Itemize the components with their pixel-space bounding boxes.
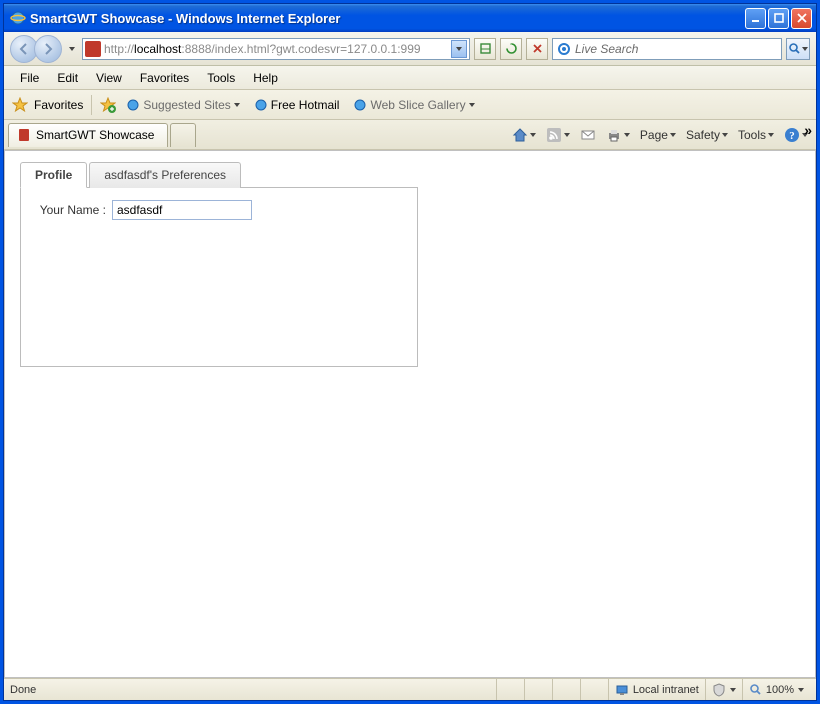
site-icon: [17, 128, 31, 142]
toolbar-overflow[interactable]: »: [804, 122, 812, 138]
close-button[interactable]: [791, 8, 812, 29]
ie-page-icon: [353, 98, 367, 112]
ie-page-icon: [126, 98, 140, 112]
address-text: http://localhost:8888/index.html?gwt.cod…: [104, 42, 448, 56]
forward-button[interactable]: [34, 35, 62, 63]
stop-button[interactable]: [526, 38, 548, 60]
add-favorite-icon[interactable]: [100, 97, 116, 113]
window-title: SmartGWT Showcase - Windows Internet Exp…: [30, 11, 341, 26]
page-tab-label: SmartGWT Showcase: [36, 128, 154, 142]
menu-help[interactable]: Help: [245, 68, 286, 88]
address-dropdown[interactable]: [451, 40, 467, 58]
bing-icon: [557, 42, 571, 56]
minimize-button[interactable]: [745, 8, 766, 29]
compat-view-button[interactable]: [474, 38, 496, 60]
name-input[interactable]: [112, 200, 252, 220]
address-bar[interactable]: http://localhost:8888/index.html?gwt.cod…: [82, 38, 470, 60]
status-bar: Done Local intranet 100%: [4, 678, 816, 700]
ie-logo-icon: [10, 10, 26, 26]
safety-menu[interactable]: Safety: [682, 126, 732, 144]
feeds-button[interactable]: [542, 125, 574, 145]
favorites-label[interactable]: Favorites: [34, 98, 83, 112]
menu-file[interactable]: File: [12, 68, 47, 88]
titlebar: SmartGWT Showcase - Windows Internet Exp…: [4, 4, 816, 32]
menu-tools[interactable]: Tools: [199, 68, 243, 88]
search-box[interactable]: Live Search: [552, 38, 782, 60]
menu-favorites[interactable]: Favorites: [132, 68, 197, 88]
status-cell: [524, 679, 552, 700]
nav-history-dropdown[interactable]: [66, 39, 78, 59]
ie-page-icon: [254, 98, 268, 112]
read-mail-button[interactable]: [576, 125, 600, 145]
shield-icon: [712, 683, 726, 697]
home-button[interactable]: [508, 125, 540, 145]
status-cell: [580, 679, 608, 700]
web-slice-gallery-link[interactable]: Web Slice Gallery: [349, 96, 478, 114]
menu-edit[interactable]: Edit: [49, 68, 86, 88]
search-placeholder: Live Search: [575, 42, 638, 56]
zoom-icon: [749, 683, 762, 696]
svg-text:?: ?: [789, 130, 795, 142]
refresh-button[interactable]: [500, 38, 522, 60]
favorites-star-icon[interactable]: [12, 97, 28, 113]
new-tab-button[interactable]: [170, 123, 196, 147]
page-menu[interactable]: Page: [636, 126, 680, 144]
name-label: Your Name :: [31, 203, 106, 217]
page-tab[interactable]: SmartGWT Showcase: [8, 123, 168, 147]
menu-view[interactable]: View: [88, 68, 130, 88]
tools-menu[interactable]: Tools: [734, 126, 778, 144]
suggested-sites-link[interactable]: Suggested Sites: [122, 96, 243, 114]
status-cell: [496, 679, 524, 700]
maximize-button[interactable]: [768, 8, 789, 29]
status-cell: [552, 679, 580, 700]
zoom-control[interactable]: 100%: [742, 679, 810, 700]
tab-bar: SmartGWT Showcase Page Safety Tools ? »: [4, 120, 816, 150]
site-icon: [85, 41, 101, 57]
menubar: File Edit View Favorites Tools Help: [4, 66, 816, 90]
intranet-icon: [615, 683, 629, 697]
tab-profile[interactable]: Profile: [20, 162, 87, 188]
security-zone[interactable]: Local intranet: [608, 679, 705, 700]
tab-panel-body: Your Name :: [20, 187, 418, 367]
free-hotmail-link[interactable]: Free Hotmail: [250, 96, 344, 114]
status-text: Done: [10, 684, 36, 696]
tab-preferences[interactable]: asdfasdf's Preferences: [89, 162, 241, 188]
navigation-row: http://localhost:8888/index.html?gwt.cod…: [4, 32, 816, 66]
page-content: Profile asdfasdf's Preferences Your Name…: [4, 150, 816, 678]
protected-mode[interactable]: [705, 679, 742, 700]
search-go-button[interactable]: [786, 38, 810, 60]
print-button[interactable]: [602, 125, 634, 145]
favorites-bar: Favorites Suggested Sites Free Hotmail W…: [4, 90, 816, 120]
